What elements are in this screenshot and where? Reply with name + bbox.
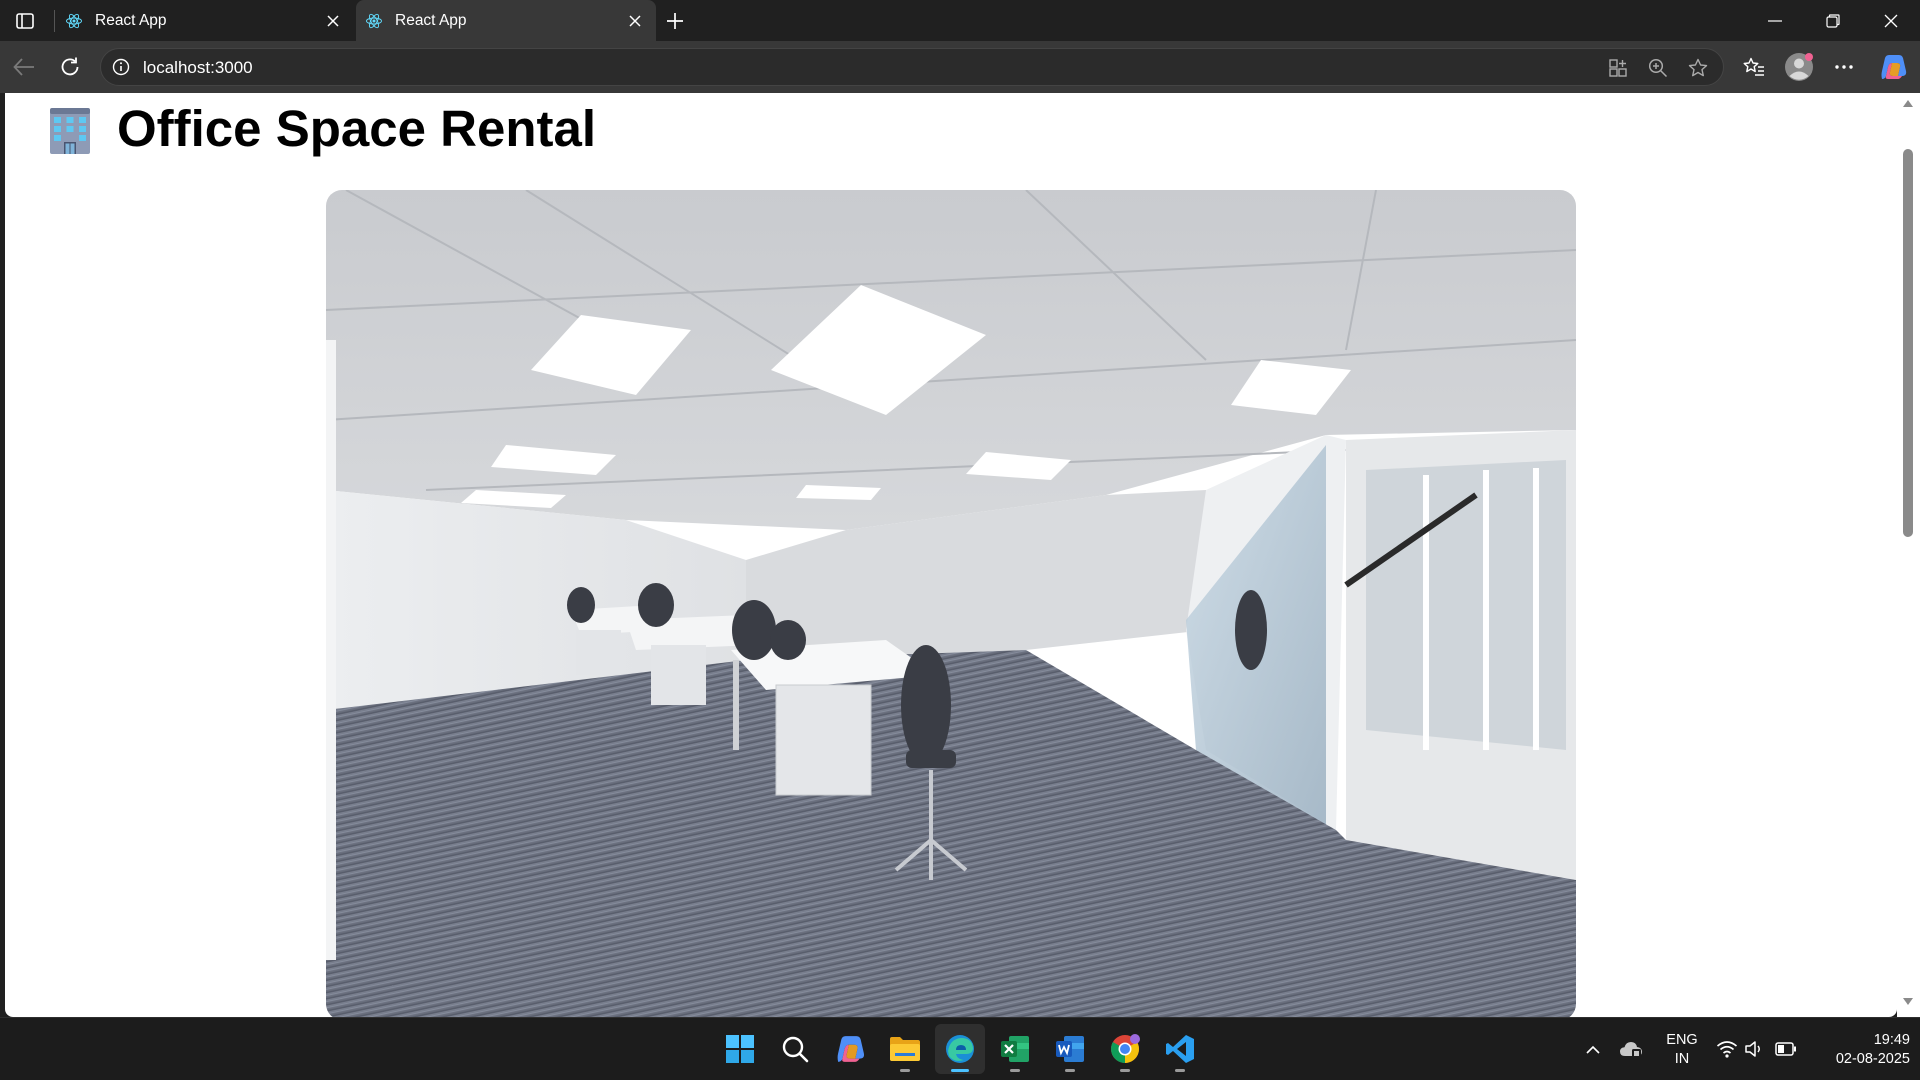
tab-title: React App bbox=[95, 11, 167, 29]
taskbar-vscode[interactable] bbox=[1155, 1024, 1205, 1074]
restore-button[interactable] bbox=[1804, 0, 1862, 41]
volume-icon[interactable] bbox=[1742, 1036, 1768, 1062]
taskbar-excel[interactable] bbox=[990, 1024, 1040, 1074]
active-indicator bbox=[951, 1069, 969, 1072]
copilot-icon bbox=[1881, 55, 1907, 79]
clock-time: 19:49 bbox=[1873, 1032, 1910, 1048]
vscode-icon bbox=[1166, 1035, 1194, 1063]
close-tab-icon[interactable] bbox=[318, 6, 348, 36]
taskbar-word[interactable] bbox=[1045, 1024, 1095, 1074]
scroll-thumb[interactable] bbox=[1903, 149, 1913, 537]
browser-tab-2[interactable]: React App bbox=[356, 0, 656, 41]
web-page-viewport: Office Space Rental bbox=[5, 93, 1897, 1017]
start-button[interactable] bbox=[715, 1024, 765, 1074]
running-indicator bbox=[1065, 1069, 1075, 1072]
taskbar-file-explorer[interactable] bbox=[880, 1024, 930, 1074]
settings-more-button[interactable] bbox=[1828, 51, 1860, 83]
address-bar[interactable]: localhost:3000 bbox=[100, 48, 1724, 86]
tab-divider bbox=[54, 10, 55, 32]
taskbar-copilot-button[interactable] bbox=[826, 1024, 876, 1074]
wifi-icon[interactable] bbox=[1714, 1036, 1740, 1062]
page-scrollbar[interactable] bbox=[1897, 93, 1920, 1017]
region-code: IN bbox=[1674, 1051, 1690, 1067]
running-indicator bbox=[1120, 1069, 1130, 1072]
office-space-image bbox=[326, 190, 1576, 1017]
zoom-icon[interactable] bbox=[1643, 53, 1673, 83]
edge-browser-icon bbox=[946, 1035, 974, 1063]
input-language[interactable]: ENG IN bbox=[1661, 1031, 1703, 1069]
excel-icon bbox=[1001, 1036, 1029, 1062]
windows-taskbar: ENG IN 19:49 02-08-2025 bbox=[0, 1017, 1920, 1080]
word-icon bbox=[1056, 1036, 1084, 1062]
search-icon bbox=[782, 1036, 809, 1063]
clock[interactable]: 19:49 02-08-2025 bbox=[1806, 1031, 1910, 1069]
refresh-button[interactable] bbox=[54, 51, 86, 83]
close-tab-icon[interactable] bbox=[620, 6, 650, 36]
site-info-icon[interactable] bbox=[111, 57, 131, 77]
folder-icon bbox=[890, 1037, 920, 1061]
office-building-icon bbox=[50, 107, 90, 154]
tab-actions-menu-icon[interactable] bbox=[10, 8, 40, 34]
running-indicator bbox=[1175, 1069, 1185, 1072]
copilot-icon bbox=[837, 1036, 865, 1062]
onedrive-cloud-icon[interactable] bbox=[1618, 1036, 1644, 1062]
copilot-button[interactable] bbox=[1878, 51, 1910, 83]
taskbar-search-button[interactable] bbox=[770, 1024, 820, 1074]
refresh-icon bbox=[61, 57, 79, 76]
windows-logo-icon bbox=[726, 1035, 754, 1063]
page-header: Office Space Rental bbox=[43, 99, 596, 158]
app-available-icon[interactable] bbox=[1603, 53, 1633, 83]
favorites-button[interactable] bbox=[1738, 51, 1770, 83]
running-indicator bbox=[1010, 1069, 1020, 1072]
more-dots-icon bbox=[1835, 65, 1853, 69]
running-indicator bbox=[900, 1069, 910, 1072]
avatar-icon bbox=[1785, 53, 1813, 81]
url-text[interactable]: localhost:3000 bbox=[143, 58, 253, 78]
tab-title: React App bbox=[395, 11, 467, 29]
taskbar-edge[interactable] bbox=[935, 1024, 985, 1074]
chrome-icon bbox=[1111, 1034, 1140, 1063]
close-window-button[interactable] bbox=[1862, 0, 1920, 41]
clock-date: 02-08-2025 bbox=[1835, 1051, 1910, 1067]
profile-avatar-button[interactable] bbox=[1783, 51, 1815, 83]
react-favicon-icon bbox=[366, 13, 382, 28]
browser-toolbar: localhost:3000 bbox=[0, 41, 1920, 93]
scroll-down-arrow-icon[interactable] bbox=[1902, 997, 1914, 1006]
minimize-button[interactable] bbox=[1746, 0, 1804, 41]
browser-tab-1[interactable]: React App bbox=[56, 0, 354, 41]
back-arrow-icon bbox=[13, 58, 34, 76]
scroll-up-arrow-icon[interactable] bbox=[1902, 99, 1914, 108]
plus-icon bbox=[667, 13, 683, 29]
page-title: Office Space Rental bbox=[117, 100, 596, 157]
favorites-list-icon bbox=[1743, 57, 1764, 76]
back-button[interactable] bbox=[8, 51, 40, 83]
language-code: ENG bbox=[1666, 1032, 1698, 1048]
show-hidden-icons-chevron[interactable] bbox=[1580, 1036, 1606, 1062]
new-tab-button[interactable] bbox=[660, 6, 690, 36]
favorite-star-icon[interactable] bbox=[1683, 53, 1713, 83]
battery-icon[interactable] bbox=[1773, 1036, 1799, 1062]
tab-strip: React App React App bbox=[0, 0, 1920, 41]
react-favicon-icon bbox=[66, 13, 82, 28]
taskbar-chrome[interactable] bbox=[1100, 1024, 1150, 1074]
